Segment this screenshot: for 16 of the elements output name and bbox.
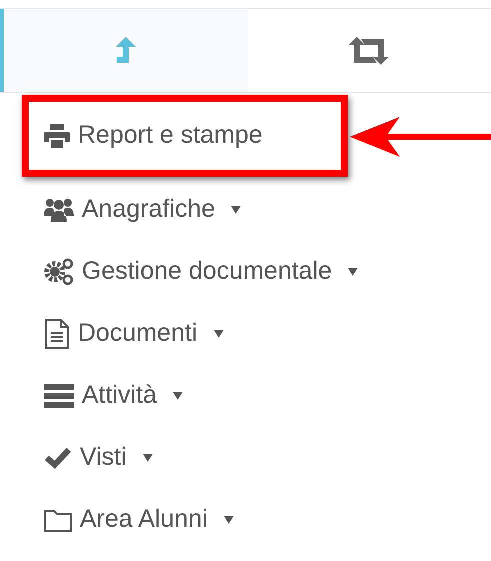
gears-icon	[44, 258, 74, 286]
printer-icon	[44, 124, 70, 148]
users-icon	[44, 198, 74, 222]
menu-item[interactable]: Area Alunni	[44, 501, 234, 539]
menu-item[interactable]: Report e stampe	[44, 117, 263, 155]
level-up-arrow-icon	[114, 36, 137, 64]
stacked-bars-icon	[44, 384, 74, 408]
menu-item[interactable]: Attività	[44, 377, 184, 415]
document-icon	[44, 319, 70, 349]
checkmark-icon	[44, 447, 72, 469]
menu-item[interactable]: Documenti	[44, 315, 224, 353]
menu-item[interactable]: Anagrafiche	[44, 191, 242, 229]
repeat-arrows-icon	[349, 36, 390, 64]
menu-item[interactable]: Visti	[44, 439, 153, 477]
menu-item[interactable]: Gestione documentale	[44, 253, 358, 291]
folder-icon	[44, 508, 72, 532]
